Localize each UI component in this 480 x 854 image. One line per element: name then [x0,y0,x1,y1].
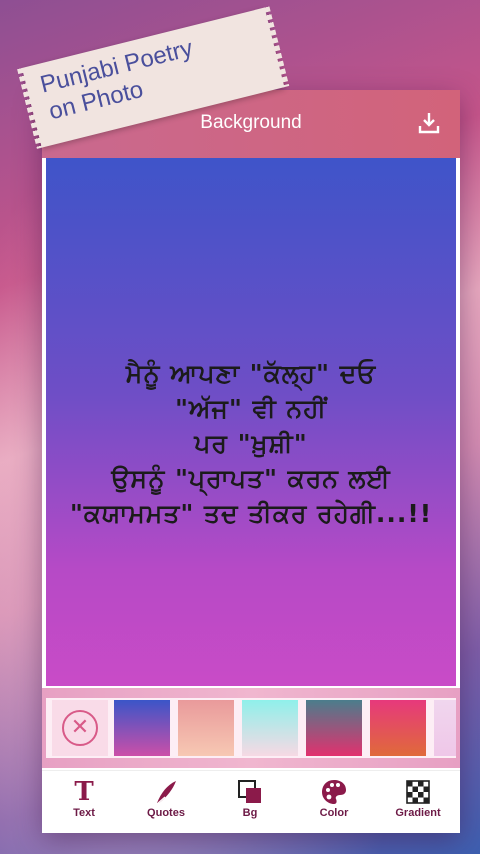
color-tool-button[interactable]: Color [294,777,374,831]
text-tool-button[interactable]: T Text [44,777,124,831]
clear-background-button[interactable]: ✕ [52,700,108,756]
download-icon[interactable] [416,110,442,136]
promo-sticker: Punjabi Poetry on Photo [6,0,285,148]
nav-label: Quotes [147,807,185,819]
nav-label: Color [319,807,349,819]
gradient-swatch[interactable] [114,700,170,756]
poem-canvas[interactable]: ਮੈਨੂੰ ਆਪਣਾ "ਕੱਲ੍ਹ" ਦਓ "ਅੱਜ" ਵੀ ਨਹੀਂ ਪਰ "… [46,158,456,686]
gradient-swatch[interactable] [178,700,234,756]
poem-line: ਮੈਨੂੰ ਆਪਣਾ "ਕੱਲ੍ਹ" ਦਓ [125,359,377,388]
poem-text[interactable]: ਮੈਨੂੰ ਆਪਣਾ "ਕੱਲ੍ਹ" ਦਓ "ਅੱਜ" ਵੀ ਨਹੀਂ ਪਰ "… [46,356,456,531]
bottom-toolbar: T Text Quotes Bg Color Gradient [42,770,460,833]
gradient-icon [378,777,458,807]
gradient-swatch[interactable] [370,700,426,756]
background-icon [210,777,290,807]
nav-label: Gradient [395,807,441,819]
quill-icon [126,777,206,807]
gradient-swatch[interactable] [242,700,298,756]
app-name-banner: Punjabi Poetry on Photo [37,35,202,127]
poem-line: ਉਸਨੂੰ "ਪ੍ਰਾਪਤ" ਕਰਨ ਲਈ [111,464,391,493]
nav-label: Text [73,807,95,819]
nav-label: Bg [242,807,258,819]
gradient-swatch[interactable] [306,700,362,756]
poem-line: "ਅੱਜ" ਵੀ ਨਹੀਂ [175,394,327,423]
swatch-strip[interactable]: ✕ [46,698,456,758]
close-icon: ✕ [62,710,98,746]
background-tool-button[interactable]: Bg [210,777,290,831]
palette-icon [294,777,374,807]
poem-line: ਪਰ "ਖ਼ੁਸ਼ੀ" [194,429,308,458]
text-icon: T [74,777,94,807]
gradient-swatch[interactable] [434,700,456,756]
quotes-tool-button[interactable]: Quotes [126,777,206,831]
gradient-tool-button[interactable]: Gradient [378,777,458,831]
phone-screen: ‹ Background ਮੈਨੂੰ ਆਪਣਾ "ਕੱਲ੍ਹ" ਦਓ "ਅੱਜ"… [42,90,460,833]
poem-line: "ਕਯਾਮਮਤ" ਤਦ ਤੀਕਰ ਰਹੇਗੀ...!! [69,499,433,528]
